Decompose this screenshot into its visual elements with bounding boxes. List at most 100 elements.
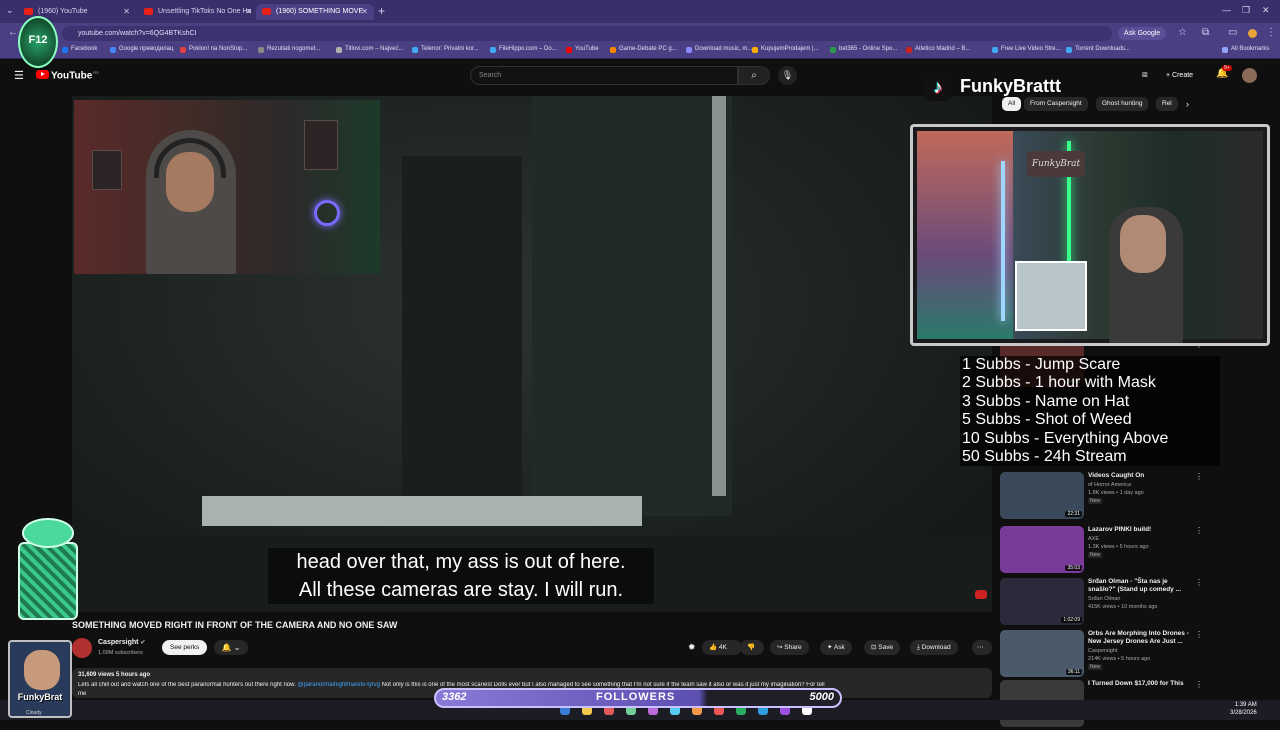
browser-tab-tiktoks[interactable]: Unsettling TikToks No One Ha ✕ [138,4,258,20]
youtube-overlay-icon[interactable] [975,590,987,599]
description-mention-link[interactable]: @paranormalnightmaretv-tyfvg [297,682,379,688]
create-label: Create [1172,72,1194,79]
recommendation-title[interactable]: Lazarov PINKI build! [1088,526,1192,534]
bookmark-star-icon[interactable]: ☆ [1178,27,1187,38]
restore-window-icon[interactable]: ❐ [1242,5,1250,16]
bookmark-item[interactable]: Torrent Downloads... [1066,46,1130,53]
bookmark-item[interactable]: Rezultati nogomet... [258,46,320,53]
extensions-icon[interactable]: ⧉ [1202,27,1209,38]
bookmark-item[interactable]: KupujemProdajem |... [752,46,819,53]
recommendation-title[interactable]: I Turned Down $17,000 for This [1088,680,1192,688]
all-bookmarks-link[interactable]: All Bookmarks [1222,46,1269,53]
video-thumbnail[interactable]: 22:31 [1000,472,1084,519]
more-options-icon[interactable]: ⋮ [1195,526,1203,535]
channel-name-text: Caspersight [98,639,139,646]
minimize-window-icon[interactable]: — [1222,5,1231,15]
recommendation-title[interactable]: Orbs Are Morphing Into Drones - New Jers… [1088,630,1192,646]
account-avatar[interactable] [1242,68,1257,83]
channel-name[interactable]: Caspersight ✔ [98,639,145,646]
search-icon: ⌕ [751,70,757,81]
video-thumbnail[interactable]: 1:02:09 [1000,578,1084,625]
close-tab-icon[interactable]: ✕ [361,4,368,20]
recommendation-channel[interactable]: Caspersight [1088,648,1117,654]
video-thumbnail[interactable]: 36:11 [1000,630,1084,677]
bookmark-item[interactable]: Titlovi.com – Najveć... [336,46,403,53]
menu-dots-icon[interactable]: ⋮ [1266,27,1276,38]
recommendation-title[interactable]: Videos Caught On [1088,472,1192,480]
more-options-icon[interactable]: ⋮ [1195,680,1203,689]
recommendation-item[interactable]: 35:03 Lazarov PINKI build! AXE 1.3K views •… [1000,526,1210,576]
ask-google-button[interactable]: Ask Google [1118,27,1167,40]
url-field[interactable]: youtube.com/watch?v=6QG4BTKshCI [62,26,1112,41]
bookmark-item[interactable]: bet365 - Online Spo... [830,46,897,53]
close-window-icon[interactable]: ✕ [1262,5,1270,16]
profile-icon[interactable] [1248,29,1257,38]
recommendation-item[interactable]: 22:31 Videos Caught On of Horror America 1.… [1000,472,1210,522]
weather-status: Cloudy [26,710,42,716]
channel-avatar[interactable] [72,638,92,658]
voice-search-button[interactable]: 🎙 [778,66,797,85]
bookmark-item[interactable]: Google преводилац [110,46,173,53]
wall-mural [917,131,1013,339]
new-badge: New [1088,664,1103,670]
new-tab-button[interactable]: + [378,4,385,18]
recommendation-item[interactable]: 36:11 Orbs Are Morphing Into Drones - New… [1000,630,1210,680]
bookmark-item[interactable]: Poklon! na NonStop... [180,46,247,53]
sidebar-icon[interactable]: ▭ [1228,27,1237,38]
caption-line: head over that, my ass is out of here. [296,551,626,573]
youtube-play-icon [36,70,49,80]
back-icon[interactable]: ← [8,27,18,38]
like-button[interactable]: 👍 4K [702,640,742,655]
more-actions-button[interactable]: ⋯ [972,640,992,655]
hamburger-menu-icon[interactable]: ☰ [14,69,24,82]
tab-label: (1960) SOMETHING MOVE [276,8,364,15]
recommendation-channel[interactable]: Srđan Olman [1088,596,1120,602]
bookmark-item[interactable]: Facebook [62,46,97,53]
youtube-logo-text: YouTube [51,70,93,82]
bookmark-item[interactable]: Game-Debate PC g... [610,46,677,53]
recommendation-channel[interactable]: AXE [1088,536,1099,542]
recommendation-title[interactable]: Srđan Olman - "Šta nas je snašlo?" (Stan… [1088,578,1192,594]
recommendation-channel[interactable]: of Horror America [1088,482,1131,488]
browser-tab-active-video[interactable]: (1960) SOMETHING MOVE ✕ [256,4,374,20]
youtube-logo[interactable]: YouTubeRS [36,70,99,81]
bookmark-item[interactable]: Atletico Madrid – B... [906,46,970,53]
more-icon: ⋯ [977,644,984,651]
bookmark-item[interactable]: FileHippo.com – Do... [490,46,557,53]
dislike-button[interactable]: 👎 [740,640,764,655]
share-button[interactable]: ↪ Share [770,640,809,655]
bookmark-item[interactable]: Download music, m... [686,46,752,53]
system-clock[interactable]: 1:39 AM 3/28/2026 [1230,701,1257,717]
close-tab-icon[interactable]: ✕ [245,4,252,20]
tiktok-badge: ♪ FunkyBrattt [922,70,1082,104]
chip-2[interactable]: Ghost hunting [1096,97,1149,111]
video-meta: 31,609 views 5 hours ago [78,672,151,678]
chip-3[interactable]: Rel [1156,97,1178,111]
more-options-icon[interactable]: ⋮ [1195,472,1203,481]
bookmark-item[interactable]: Telenor: Privatni kor... [412,46,479,53]
save-button[interactable]: ⊡ Save [864,640,901,655]
notification-bell-button[interactable]: 🔔 ⌄ [214,640,248,655]
ask-button[interactable]: ✦ Ask [820,640,852,655]
cast-icon[interactable]: ⧈ [1142,69,1148,80]
more-options-icon[interactable]: ⋮ [1195,630,1203,639]
download-button[interactable]: ⤓ Download [910,640,958,655]
bookmark-item[interactable]: YouTube [566,46,599,53]
activity-icon[interactable]: ✹ [688,642,696,653]
youtube-favicon-icon [144,8,153,15]
notifications-button[interactable]: 🔔 9+ [1216,65,1232,79]
search-button[interactable]: ⌕ [738,66,770,85]
chips-next-icon[interactable]: › [1186,99,1189,109]
recommendation-item[interactable]: 1:02:09 Srđan Olman - "Šta nas je snašlo?… [1000,578,1210,628]
see-perks-button[interactable]: See perks [162,640,208,655]
description-more[interactable]: me [78,691,86,697]
more-options-icon[interactable]: ⋮ [1195,578,1203,587]
tab-search-icon[interactable]: ⌄ [6,5,14,16]
video-thumbnail[interactable]: 35:03 [1000,526,1084,573]
chevron-down-icon: ⌄ [233,643,241,652]
create-button[interactable]: + Create [1160,69,1199,83]
video-duration: 35:03 [1065,565,1082,571]
close-tab-icon[interactable]: ✕ [123,4,130,20]
bookmark-item[interactable]: Free Live Video Stre... [992,46,1061,53]
search-input[interactable]: Search [470,66,738,85]
